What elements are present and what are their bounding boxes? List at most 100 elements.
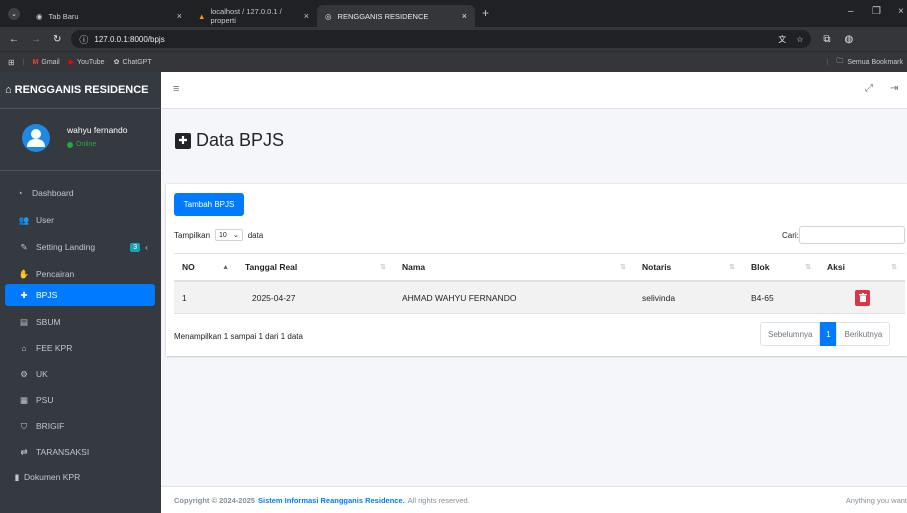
add-bpjs-button[interactable]: Tambah BPJS xyxy=(174,193,244,216)
logout-icon[interactable]: ⇥ xyxy=(890,83,898,94)
reload-icon[interactable]: ↻ xyxy=(53,34,61,45)
trash-icon xyxy=(858,293,867,302)
nav-label: Pencairan xyxy=(36,269,75,279)
tab-new[interactable]: ◉ Tab Baru × xyxy=(28,5,190,27)
close-icon[interactable]: × xyxy=(177,11,182,21)
header-label: Tanggal Real xyxy=(245,262,298,272)
tab-label: localhost / 127.0.0.1 / properti xyxy=(210,7,282,25)
footer-link[interactable]: Sistem Informasi Reangganis Residence. xyxy=(258,496,405,505)
bookmark-gmail[interactable]: M Gmail xyxy=(33,59,60,66)
back-arrow-icon[interactable]: ← xyxy=(9,34,19,45)
document-icon: ▤ xyxy=(19,316,29,327)
cell-tanggal-real: 2025-04-27 xyxy=(237,282,394,314)
site-info-icon[interactable]: ⓘ xyxy=(79,33,88,46)
pagination-previous[interactable]: Sebelumnya xyxy=(760,322,821,346)
cell-notaris: selivinda xyxy=(634,282,743,314)
all-bookmarks-label: Semua Bookmark xyxy=(847,58,903,66)
globe-icon: ◎ xyxy=(325,11,332,21)
tab-rengganis[interactable]: ◎ RENGGANIS RESIDENCE × xyxy=(317,5,475,27)
new-tab-plus-icon[interactable]: + xyxy=(482,6,489,20)
nav-item-psu[interactable]: ▦ PSU xyxy=(5,387,155,413)
tab-search-icon[interactable]: ⌄ xyxy=(8,8,20,20)
translate-icon[interactable]: 文 xyxy=(778,34,786,45)
column-header-notaris[interactable]: Notaris ⇅ xyxy=(634,253,743,282)
tachometer-icon: ◔ xyxy=(17,188,23,198)
gmail-icon: M xyxy=(32,58,39,66)
avatar xyxy=(22,124,50,152)
header-label: Nama xyxy=(402,262,426,272)
nav-item-sbum[interactable]: ▤ SBUM xyxy=(5,309,155,335)
pagination: Sebelumnya 1 Berikutnya xyxy=(760,322,891,346)
close-icon[interactable]: × xyxy=(304,11,309,21)
profile-icon[interactable]: ◍ xyxy=(845,34,854,45)
extensions-icon[interactable]: ⧉ xyxy=(823,34,830,45)
folder-icon: 🗀 xyxy=(836,57,844,65)
home-icon: ⌂ xyxy=(21,343,27,353)
footer: Copyright © 2024-2025 Sistem Informasi R… xyxy=(161,486,907,513)
nav-item-dashboard[interactable]: ◔ Dashboard xyxy=(0,180,150,206)
user-name[interactable]: wahyu fernando xyxy=(67,125,128,135)
bookmarks-bar: ⊞ | M Gmail ▶ YouTube ✿ ChatGPT | 🗀 Semua Bo… xyxy=(0,51,907,72)
pagination-page-1[interactable]: 1 xyxy=(820,322,837,346)
bookmark-label: Gmail xyxy=(41,58,60,66)
length-value: 10 xyxy=(219,231,227,239)
search-input[interactable] xyxy=(799,226,905,244)
nav-item-fee-kpr[interactable]: ⌂ FEE KPR xyxy=(5,335,155,361)
length-select[interactable]: 10 ⌄ xyxy=(215,229,243,241)
minimize-icon[interactable]: – xyxy=(848,6,854,17)
nav-item-user[interactable]: 👥 User xyxy=(5,207,155,233)
delete-button[interactable] xyxy=(855,289,870,306)
apps-grid-icon[interactable]: ⊞ xyxy=(8,58,15,67)
brand-link[interactable]: ⌂ RENGGANIS RESIDENCE xyxy=(0,72,161,109)
nav-label: BPJS xyxy=(36,290,58,300)
address-bar-row: ← → ↻ ⓘ 127.0.0.1:8000/bpjs 文 ☆ ⧉ ◍ xyxy=(0,27,907,51)
forward-arrow-icon[interactable]: → xyxy=(31,34,41,45)
nav-item-brigif[interactable]: ⛉ BRIGIF xyxy=(5,413,155,439)
nav-item-setting-landing[interactable]: ✎ Setting Landing 3 ‹ xyxy=(5,234,155,260)
divider: | xyxy=(22,58,25,66)
close-window-icon[interactable]: × xyxy=(898,6,904,17)
cell-blok: B4-65 xyxy=(743,282,819,314)
restore-icon[interactable]: ❐ xyxy=(872,6,881,17)
column-header-tanggal-real[interactable]: Tanggal Real ⇅ xyxy=(237,253,394,282)
tab-phpmyadmin[interactable]: ▲ localhost / 127.0.0.1 / properti × xyxy=(190,5,317,27)
nav-item-bpjs[interactable]: ✚ BPJS xyxy=(5,284,155,306)
fullscreen-icon[interactable]: ⤢ xyxy=(865,83,873,94)
sidebar: ⌂ RENGGANIS RESIDENCE wahyu fernando Onl… xyxy=(0,72,161,513)
user-panel: wahyu fernando Online xyxy=(0,109,161,171)
hamburger-menu-icon[interactable]: ≡ xyxy=(173,83,179,95)
column-header-nama[interactable]: Nama ⇅ xyxy=(394,253,634,282)
column-header-blok[interactable]: Blok ⇅ xyxy=(743,253,819,282)
sort-icon: ⇅ xyxy=(729,264,735,271)
nav-label: FEE KPR xyxy=(36,343,73,353)
nav-label: UK xyxy=(36,369,48,379)
bookmark-star-icon[interactable]: ☆ xyxy=(796,35,803,44)
nav-badge: 3 xyxy=(130,242,141,252)
nav-label: TARANSAKSI xyxy=(36,447,90,457)
users-icon: 👥 xyxy=(18,214,30,225)
cell-nama: AHMAD WAHYU FERNANDO xyxy=(394,282,634,314)
nav-label: Dokumen KPR xyxy=(24,472,81,482)
nav-item-uk[interactable]: ⚙ UK xyxy=(5,361,155,387)
online-dot-icon xyxy=(67,141,73,148)
chrome-icon: ◉ xyxy=(36,11,43,21)
shield-icon: ⛉ xyxy=(20,420,28,431)
bookmark-chatgpt[interactable]: ✿ ChatGPT xyxy=(114,58,152,67)
bookmark-youtube[interactable]: ▶ YouTube xyxy=(69,58,105,67)
page-title-text: Data BPJS xyxy=(196,130,285,150)
header-label: Aksi xyxy=(827,262,845,272)
nav-item-taransaksi[interactable]: ⇄ TARANSAKSI xyxy=(5,439,155,465)
column-header-no[interactable]: NO ▲ xyxy=(174,253,237,282)
url-input[interactable]: ⓘ 127.0.0.1:8000/bpjs 文 ☆ xyxy=(71,30,812,48)
nav-item-dokumen-kpr[interactable]: ▮ Dokumen KPR xyxy=(0,464,150,490)
cogs-icon: ⚙ xyxy=(20,368,28,379)
header-label: Blok xyxy=(751,262,770,272)
all-bookmarks-button[interactable]: 🗀 Semua Bookmark xyxy=(836,57,903,68)
pagination-next[interactable]: Berikutnya xyxy=(836,322,891,346)
file-icon: ▮ xyxy=(14,471,20,482)
tab-label: Tab Baru xyxy=(48,11,79,21)
close-icon[interactable]: × xyxy=(462,11,467,21)
column-header-aksi[interactable]: Aksi ⇅ xyxy=(819,253,905,282)
medkit-icon: ✚ xyxy=(20,289,28,300)
cell-aksi xyxy=(819,282,905,314)
